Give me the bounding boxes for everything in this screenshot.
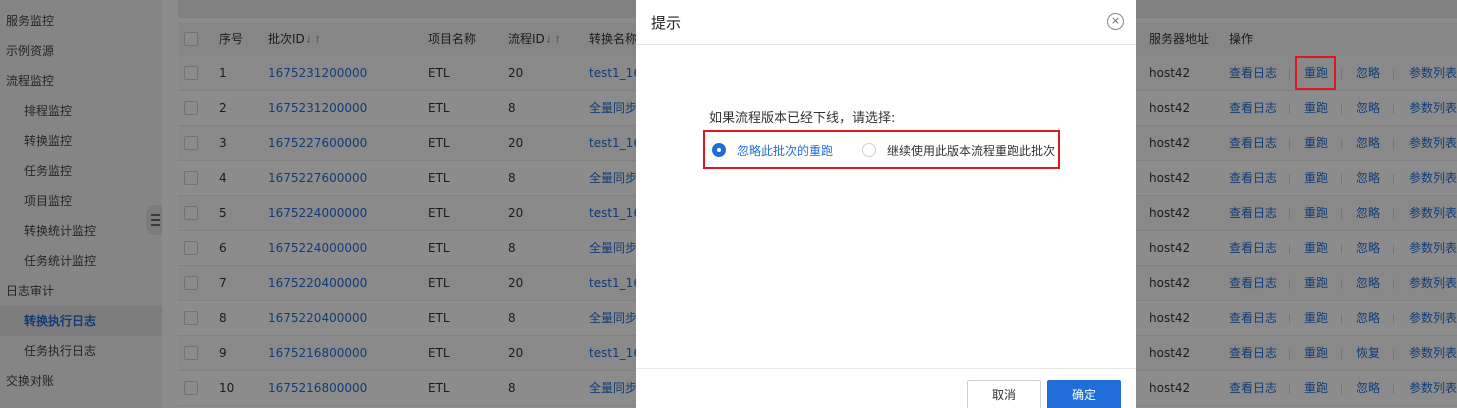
- rerun-option-group: 忽略此批次的重跑 继续使用此版本流程重跑此批次: [703, 130, 1060, 169]
- prompt-dialog: 提示 × 如果流程版本已经下线，请选择: 忽略此批次的重跑 继续使用此版本流程重…: [636, 0, 1136, 408]
- radio-ignore[interactable]: [712, 143, 726, 157]
- radio-ignore-label[interactable]: 忽略此批次的重跑: [737, 142, 833, 159]
- dialog-title: 提示: [651, 14, 682, 32]
- radio-continue[interactable]: [862, 143, 876, 157]
- close-icon[interactable]: ×: [1107, 13, 1124, 30]
- highlight-rerun-box: [1295, 56, 1336, 90]
- cancel-button[interactable]: 取消: [967, 380, 1041, 408]
- dialog-footer: 取消 确定: [636, 368, 1136, 408]
- radio-continue-label[interactable]: 继续使用此版本流程重跑此批次: [887, 142, 1055, 159]
- dialog-question: 如果流程版本已经下线，请选择:: [709, 111, 896, 126]
- dialog-header: 提示 ×: [636, 0, 1136, 45]
- ok-button[interactable]: 确定: [1047, 380, 1121, 408]
